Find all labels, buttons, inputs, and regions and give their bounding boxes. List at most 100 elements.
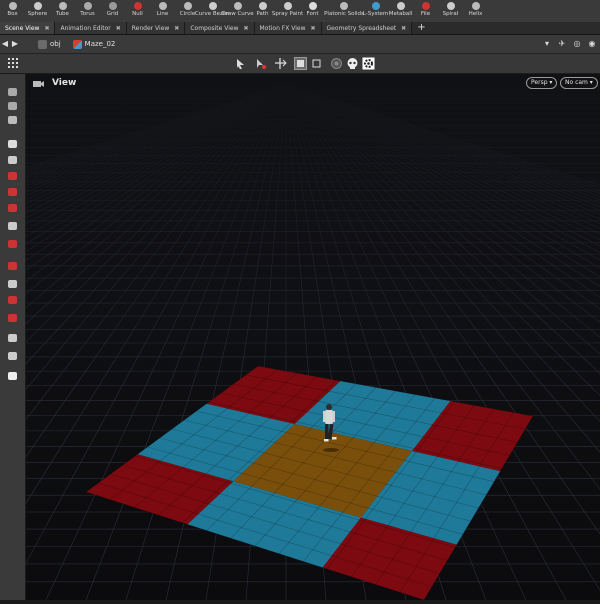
pane-tab-bar: Scene View ✖ Animation Editor ✖ Render View ✖… (0, 22, 600, 35)
perspective-menu[interactable]: Persp ▾ (526, 77, 558, 89)
camera-menu[interactable]: No cam ▾ (560, 77, 598, 89)
rotate-tool-icon[interactable] (6, 186, 19, 198)
display-mode-icon[interactable] (294, 57, 307, 70)
path-dropdown-icon[interactable]: ▾ (540, 38, 554, 50)
tab-close-icon[interactable]: ✖ (116, 25, 121, 32)
shelf-tool-spiral[interactable]: Spiral (438, 0, 463, 22)
box-icon (8, 2, 17, 10)
wireframe-icon[interactable] (310, 57, 323, 70)
shelf-tool-file[interactable]: File (413, 0, 438, 22)
shelf-tool-label: Sphere (27, 11, 48, 17)
shelf-tool-l-system[interactable]: L-System (363, 0, 388, 22)
transform-tool-icon[interactable] (6, 170, 19, 182)
shelf-tool-label: Circle (179, 11, 196, 17)
shelf-tool-line[interactable]: Line (150, 0, 175, 22)
quick-menu-grid-icon[interactable] (7, 57, 20, 70)
snapping-icon[interactable] (330, 57, 343, 70)
tab-close-icon[interactable]: ✖ (244, 25, 249, 32)
link-icon[interactable]: ◎ (570, 38, 584, 50)
pin-icon[interactable]: ✈ (554, 38, 570, 50)
scale-tool-icon[interactable] (6, 100, 19, 112)
draw-curve-icon (233, 2, 242, 10)
camera-snap-icon[interactable] (6, 294, 19, 306)
shelf-tool-tube[interactable]: Tube (50, 0, 75, 22)
scale-handle-icon[interactable] (6, 202, 19, 214)
pane-menu-icon[interactable]: ◉ (584, 38, 600, 50)
viewport-canvas[interactable] (0, 74, 600, 601)
add-tab-icon[interactable]: + (412, 22, 430, 34)
shelf-tool-box[interactable]: Box (0, 0, 25, 22)
file-icon (421, 2, 430, 10)
tab-close-icon[interactable]: ✖ (44, 25, 49, 32)
shelf-tool-label: Torus (80, 11, 95, 17)
tab-motion-fx-view[interactable]: Motion FX View ✖ (254, 22, 322, 34)
tab-label: Geometry Spreadsheet (326, 24, 397, 32)
tube-icon (58, 2, 67, 10)
lock-icon[interactable] (6, 154, 19, 166)
shelf-tool-torus[interactable]: Torus (75, 0, 100, 22)
camera-view-icon[interactable] (32, 79, 45, 89)
render-region-icon[interactable] (6, 350, 19, 362)
magnet-red-icon[interactable] (6, 312, 19, 324)
shelf-tool-helix[interactable]: Helix (463, 0, 488, 22)
tab-label: Composite View (190, 24, 239, 32)
forward-arrow-icon[interactable]: ▶ (10, 38, 20, 50)
spiral-icon (446, 2, 455, 10)
shelf-tool-label: Draw Curve (221, 11, 254, 17)
tab-close-icon[interactable]: ✖ (311, 25, 316, 32)
font-icon (308, 2, 317, 10)
drag-select-icon[interactable] (274, 57, 287, 70)
pose-tool-icon[interactable] (6, 220, 19, 232)
shelf-tool-label: Line (156, 11, 169, 17)
shelf-tool-font[interactable]: Font (300, 0, 325, 22)
l-system-icon (371, 2, 380, 10)
tab-geometry-spreadsheet[interactable]: Geometry Spreadsheet ✖ (321, 22, 413, 34)
breadcrumb-node[interactable]: Maze_02 (69, 37, 120, 51)
tab-close-icon[interactable]: ✖ (174, 25, 179, 32)
shelf-toolbar: Box Sphere Tube Torus Grid Null Line Circle Curv… (0, 0, 600, 23)
shelf-tool-metaball[interactable]: Metaball (388, 0, 413, 22)
helix-icon (471, 2, 480, 10)
shelf-tool-label: Tube (56, 11, 69, 17)
shelf-tool-label: Path (256, 11, 269, 17)
teapot-icon[interactable] (6, 370, 19, 382)
select-components-icon[interactable] (254, 57, 267, 70)
persp-camera-icon[interactable] (6, 332, 19, 344)
viewport-toolbar (0, 54, 600, 74)
tab-label: Motion FX View (259, 24, 306, 32)
shelf-tool-null[interactable]: Null (125, 0, 150, 22)
shelf-tool-label: Null (132, 11, 143, 17)
shelf-tool-grid[interactable]: Grid (100, 0, 125, 22)
select-tool-icon[interactable] (6, 138, 19, 150)
tab-composite-view[interactable]: Composite View ✖ (185, 22, 255, 34)
tab-close-icon[interactable]: ✖ (401, 25, 406, 32)
light-tool-icon[interactable] (6, 238, 19, 250)
snap-grid-icon[interactable] (6, 260, 19, 272)
tab-render-view[interactable]: Render View ✖ (126, 22, 186, 34)
magnet-icon[interactable] (6, 278, 19, 290)
shelf-tool-spray-paint[interactable]: Spray Paint (271, 0, 304, 22)
geometry-node-icon (72, 39, 82, 49)
shelf-tool-platonic-solids[interactable]: Platonic Solids (324, 0, 364, 22)
shelf-tool-label: Spray Paint (271, 11, 304, 17)
skull-icon[interactable] (346, 57, 359, 70)
shelf-tool-sphere[interactable]: Sphere (25, 0, 50, 22)
select-arrow-icon[interactable] (234, 57, 247, 70)
scene-viewport[interactable]: View Persp ▾ No cam ▾ (0, 74, 600, 601)
network-path-bar: ◀ ▶ obj Maze_02 ▾ ✈ ◎ ◉ (0, 35, 600, 54)
breadcrumb-obj[interactable]: obj (34, 37, 65, 51)
grid-icon (108, 2, 117, 10)
shelf-tool-draw-curve[interactable]: Draw Curve (221, 0, 254, 22)
breadcrumb-obj-label: obj (50, 40, 61, 48)
gear-icon[interactable] (362, 57, 375, 70)
viewport-left-toolbar (0, 74, 26, 600)
breadcrumb-node-label: Maze_02 (84, 40, 116, 48)
shelf-tool-label: File (420, 11, 431, 17)
tab-label: Animation Editor (60, 24, 111, 32)
circle-icon (183, 2, 192, 10)
back-arrow-icon[interactable]: ◀ (0, 38, 10, 50)
handle-tool-icon[interactable] (6, 114, 19, 126)
tab-scene-view[interactable]: Scene View ✖ (0, 22, 56, 34)
brush-tool-icon[interactable] (6, 86, 19, 98)
tab-animation-editor[interactable]: Animation Editor ✖ (55, 22, 127, 34)
